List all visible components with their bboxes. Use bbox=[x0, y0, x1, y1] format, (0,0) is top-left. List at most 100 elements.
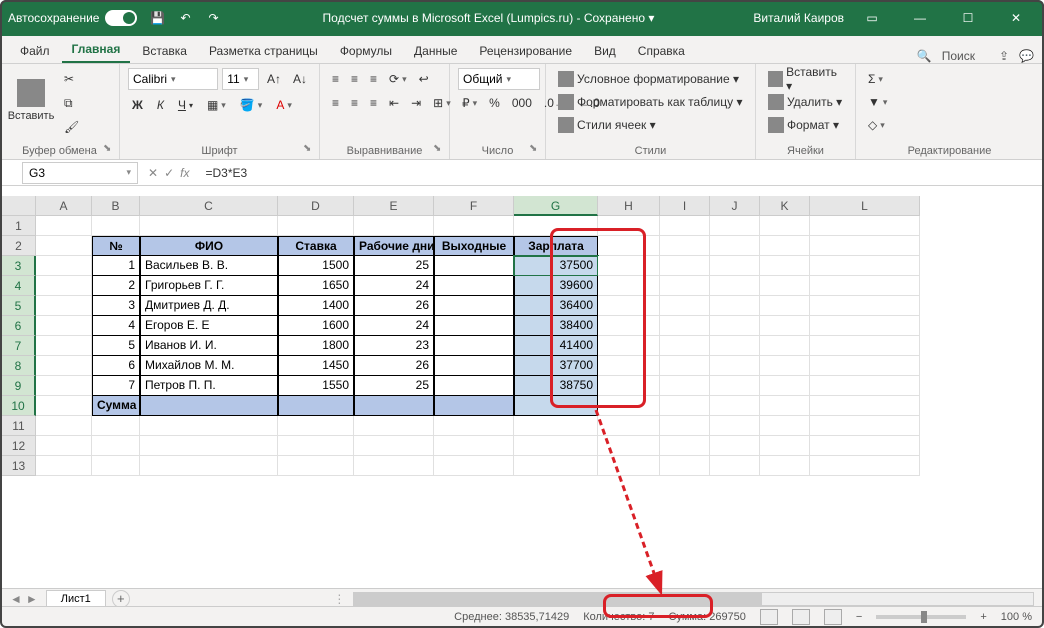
share-icon[interactable]: ⇪ bbox=[999, 49, 1009, 63]
cell[interactable]: Ставка bbox=[278, 236, 354, 256]
cell[interactable] bbox=[36, 316, 92, 336]
autosum-button[interactable]: Σ bbox=[864, 68, 1035, 90]
autosave-toggle[interactable] bbox=[105, 10, 137, 26]
cell[interactable] bbox=[660, 216, 710, 236]
cell[interactable]: 37500 bbox=[514, 256, 598, 276]
cell[interactable] bbox=[598, 416, 660, 436]
cell[interactable] bbox=[434, 216, 514, 236]
cell[interactable] bbox=[140, 456, 278, 476]
cell[interactable]: Выходные bbox=[434, 236, 514, 256]
cell[interactable] bbox=[760, 276, 810, 296]
cell[interactable]: 25 bbox=[354, 376, 434, 396]
select-all-corner[interactable] bbox=[2, 196, 36, 216]
format-as-table-button[interactable]: Форматировать как таблицу ▾ bbox=[554, 91, 747, 113]
cell[interactable] bbox=[810, 456, 920, 476]
cell[interactable] bbox=[278, 216, 354, 236]
ribbon-options-icon[interactable]: ▭ bbox=[852, 4, 892, 32]
row-header-5[interactable]: 5 bbox=[2, 296, 36, 316]
cell[interactable]: Сумма bbox=[92, 396, 140, 416]
cell[interactable] bbox=[598, 316, 660, 336]
cell[interactable] bbox=[434, 396, 514, 416]
worksheet[interactable]: ABCDEFGHIJKL 12345678910111213 №ФИОСтавк… bbox=[2, 196, 1042, 590]
fx-icon[interactable]: fx bbox=[180, 166, 189, 180]
close-icon[interactable]: ✕ bbox=[996, 4, 1036, 32]
cell-styles-button[interactable]: Стили ячеек ▾ bbox=[554, 114, 747, 136]
cell[interactable]: 38400 bbox=[514, 316, 598, 336]
cell[interactable] bbox=[760, 356, 810, 376]
copy-button[interactable]: ⧉ bbox=[60, 92, 83, 114]
cell[interactable] bbox=[760, 316, 810, 336]
cell[interactable] bbox=[36, 356, 92, 376]
decrease-font-icon[interactable]: A↓ bbox=[289, 68, 311, 90]
cell[interactable] bbox=[660, 336, 710, 356]
cell[interactable]: 41400 bbox=[514, 336, 598, 356]
tab-review[interactable]: Рецензирование bbox=[469, 39, 582, 63]
col-header-J[interactable]: J bbox=[710, 196, 760, 216]
cell[interactable] bbox=[660, 236, 710, 256]
cell[interactable]: 6 bbox=[92, 356, 140, 376]
col-header-I[interactable]: I bbox=[660, 196, 710, 216]
zoom-level[interactable]: 100 % bbox=[1001, 611, 1032, 623]
format-painter-button[interactable]: 🖌 bbox=[60, 116, 83, 138]
cell[interactable]: 1500 bbox=[278, 256, 354, 276]
cell[interactable]: 23 bbox=[354, 336, 434, 356]
align-center-icon[interactable]: ≡ bbox=[347, 92, 362, 114]
cell[interactable] bbox=[92, 436, 140, 456]
formula-bar[interactable]: =D3*E3 bbox=[199, 166, 1044, 180]
col-header-C[interactable]: C bbox=[140, 196, 278, 216]
align-left-icon[interactable]: ≡ bbox=[328, 92, 343, 114]
cell[interactable] bbox=[514, 216, 598, 236]
cell[interactable] bbox=[140, 436, 278, 456]
cell[interactable] bbox=[710, 216, 760, 236]
accept-formula-icon[interactable]: ✓ bbox=[164, 166, 174, 180]
cell[interactable]: 1400 bbox=[278, 296, 354, 316]
cell[interactable] bbox=[810, 396, 920, 416]
row-header-13[interactable]: 13 bbox=[2, 456, 36, 476]
orientation-icon[interactable]: ⟳ bbox=[385, 68, 411, 90]
zoom-out-button[interactable]: − bbox=[856, 611, 862, 623]
cell[interactable]: Михайлов М. М. bbox=[140, 356, 278, 376]
cell[interactable] bbox=[354, 396, 434, 416]
cell[interactable] bbox=[598, 456, 660, 476]
cell[interactable]: 38750 bbox=[514, 376, 598, 396]
zoom-in-button[interactable]: + bbox=[980, 611, 986, 623]
row-header-9[interactable]: 9 bbox=[2, 376, 36, 396]
cell[interactable] bbox=[710, 416, 760, 436]
cell[interactable] bbox=[434, 456, 514, 476]
cell[interactable] bbox=[140, 396, 278, 416]
number-format-select[interactable]: Общий bbox=[458, 68, 540, 90]
tab-insert[interactable]: Вставка bbox=[132, 39, 197, 63]
cell[interactable]: Васильев В. В. bbox=[140, 256, 278, 276]
cell[interactable] bbox=[710, 236, 760, 256]
align-launcher-icon[interactable]: ⬊ bbox=[433, 143, 445, 155]
cell[interactable] bbox=[810, 436, 920, 456]
cell[interactable] bbox=[710, 316, 760, 336]
cell[interactable] bbox=[278, 416, 354, 436]
cell[interactable]: 24 bbox=[354, 276, 434, 296]
cell[interactable]: 1550 bbox=[278, 376, 354, 396]
align-top-icon[interactable]: ≡ bbox=[328, 68, 343, 90]
col-header-A[interactable]: A bbox=[36, 196, 92, 216]
cell[interactable]: ФИО bbox=[140, 236, 278, 256]
cell[interactable] bbox=[660, 316, 710, 336]
sheet-tab[interactable]: Лист1 bbox=[46, 590, 106, 607]
undo-icon[interactable]: ↶ bbox=[175, 8, 195, 28]
tab-home[interactable]: Главная bbox=[62, 37, 131, 63]
font-size-select[interactable]: 11 bbox=[222, 68, 259, 90]
cell[interactable] bbox=[598, 296, 660, 316]
cell[interactable] bbox=[354, 416, 434, 436]
cell[interactable] bbox=[598, 396, 660, 416]
cell[interactable]: Егоров Е. Е bbox=[140, 316, 278, 336]
cell[interactable] bbox=[810, 316, 920, 336]
view-page-layout-icon[interactable] bbox=[792, 609, 810, 625]
cell[interactable] bbox=[434, 256, 514, 276]
cell[interactable] bbox=[710, 276, 760, 296]
tab-split-handle[interactable]: ⋮ bbox=[333, 592, 345, 606]
row-header-3[interactable]: 3 bbox=[2, 256, 36, 276]
col-header-G[interactable]: G bbox=[514, 196, 598, 216]
col-header-B[interactable]: B bbox=[92, 196, 140, 216]
col-header-K[interactable]: K bbox=[760, 196, 810, 216]
row-header-6[interactable]: 6 bbox=[2, 316, 36, 336]
font-color-button[interactable]: A bbox=[272, 94, 296, 116]
cut-button[interactable]: ✂ bbox=[60, 68, 83, 90]
